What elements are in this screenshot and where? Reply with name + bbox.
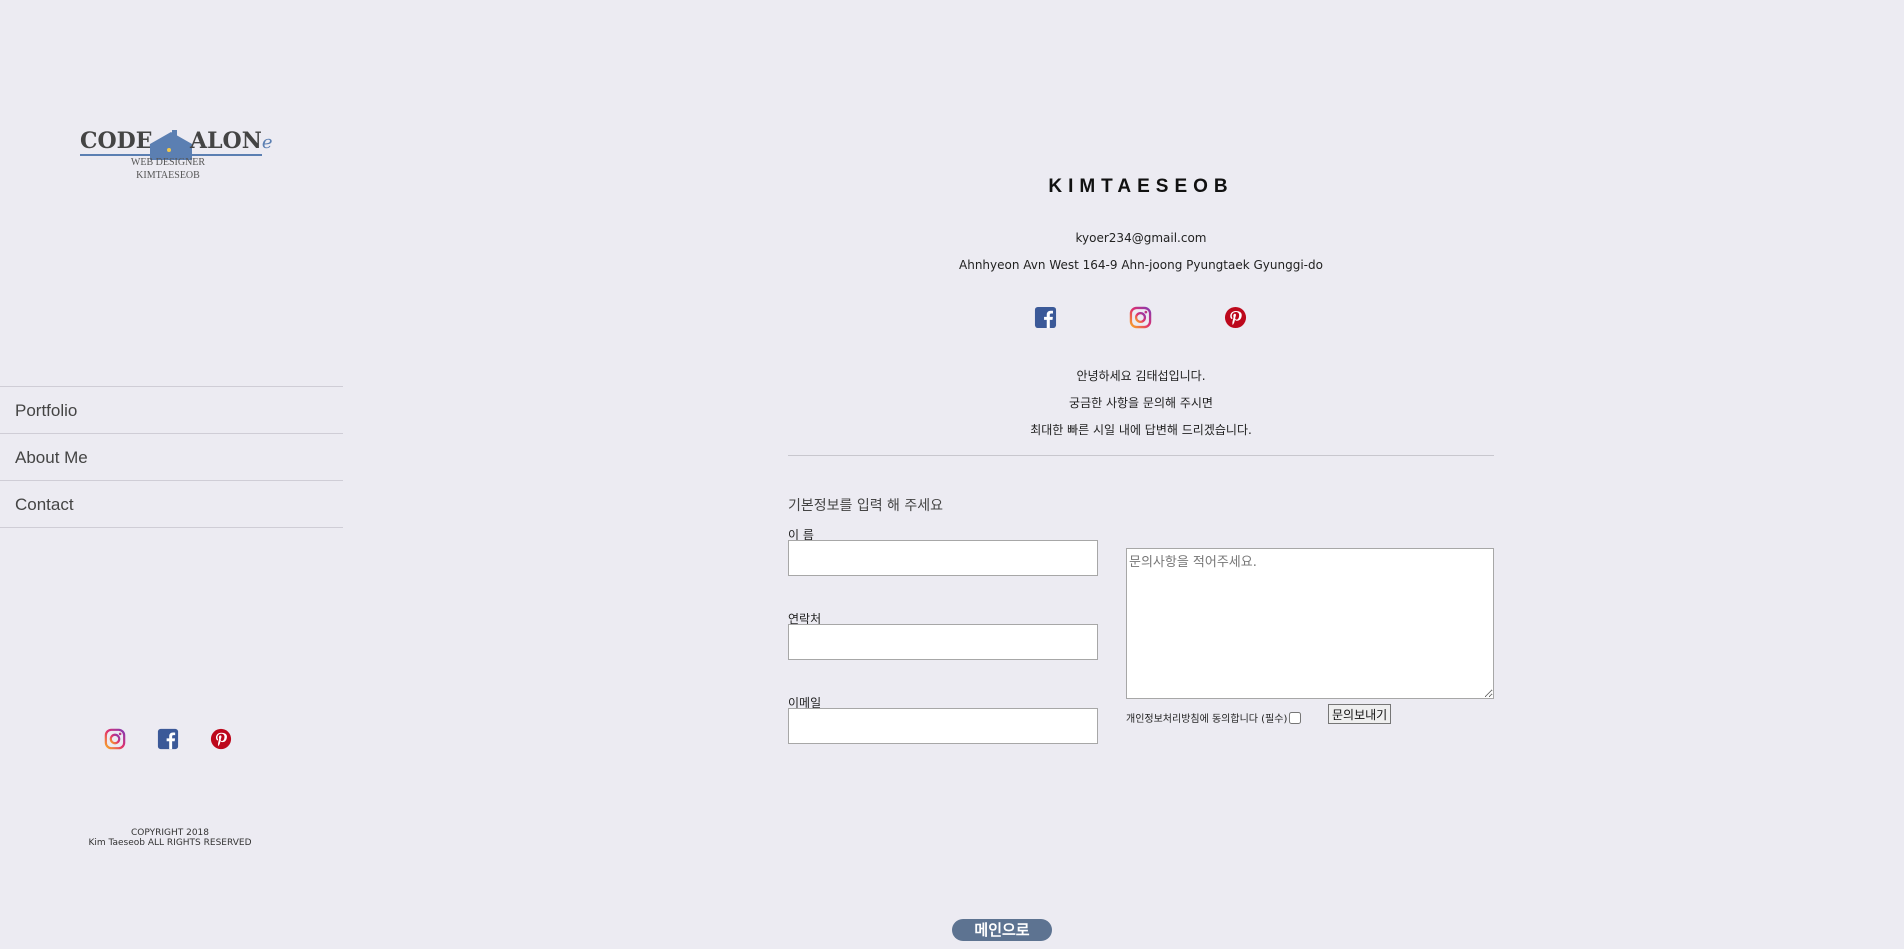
privacy-agree-label: 개인정보처리방침에 동의합니다 (필수) [1126, 714, 1288, 725]
nav-item-portfolio[interactable]: Portfolio [0, 387, 343, 434]
facebook-icon[interactable] [1034, 306, 1057, 329]
sidebar-nav: Portfolio About Me Contact [0, 386, 343, 528]
logo-line-2: KIMTAESEOB [136, 170, 200, 181]
email-input[interactable] [788, 708, 1098, 744]
profile-email[interactable]: kyoer234@gmail.com [788, 231, 1494, 245]
logo-wordmark: CODE ALONe [80, 128, 272, 160]
message-textarea[interactable] [1126, 548, 1494, 699]
submit-button[interactable]: 문의보내기 [1328, 704, 1392, 724]
copyright: COPYRIGHT 2018 Kim Taeseob ALL RIGHTS RE… [70, 828, 270, 848]
facebook-icon[interactable] [157, 728, 179, 750]
instagram-icon[interactable] [1129, 306, 1152, 329]
sidebar-social-links [104, 728, 232, 750]
pinterest-icon[interactable] [210, 728, 232, 750]
instagram-icon[interactable] [104, 728, 126, 750]
nav-item-about-me[interactable]: About Me [0, 434, 343, 481]
nav-item-contact[interactable]: Contact [0, 481, 343, 528]
intro-line-1: 안녕하세요 김태섭입니다. [1076, 369, 1206, 383]
site-logo[interactable]: CODE ALONe WEB DESIGNER KIMTAESEOB [80, 118, 272, 184]
privacy-agree-checkbox[interactable] [1289, 711, 1302, 724]
profile-name: KIMTAESEOB [1048, 176, 1234, 197]
logo-word-left: CODE [80, 128, 153, 154]
logo-word-right: ALONe [190, 128, 273, 154]
logo-word-tail: e [261, 132, 273, 153]
copyright-line-2: Kim Taeseob ALL RIGHTS RESERVED [88, 838, 252, 848]
profile-address: Ahnhyeon Avn West 164-9 Ahn-joong Pyungt… [959, 258, 1323, 272]
pinterest-icon[interactable] [1224, 306, 1247, 329]
profile-social-links [1034, 306, 1247, 329]
form-heading: 기본정보를 입력 해 주세요 [788, 498, 944, 514]
copyright-line-1: COPYRIGHT 2018 [130, 828, 209, 838]
home-button[interactable]: 메인으로 [952, 919, 1052, 941]
logo-subtitle: WEB DESIGNER KIMTAESEOB [80, 156, 256, 182]
intro-line-3: 최대한 빠른 시일 내에 답변해 드리겠습니다. [1030, 423, 1252, 437]
intro-line-2: 궁금한 사항을 문의해 주시면 [1069, 396, 1213, 410]
name-input[interactable] [788, 540, 1098, 576]
privacy-agree: 개인정보처리방침에 동의합니다 (필수) [1126, 710, 1302, 725]
logo-line-1: WEB DESIGNER [130, 157, 206, 168]
phone-input[interactable] [788, 624, 1098, 660]
section-divider [788, 455, 1494, 456]
